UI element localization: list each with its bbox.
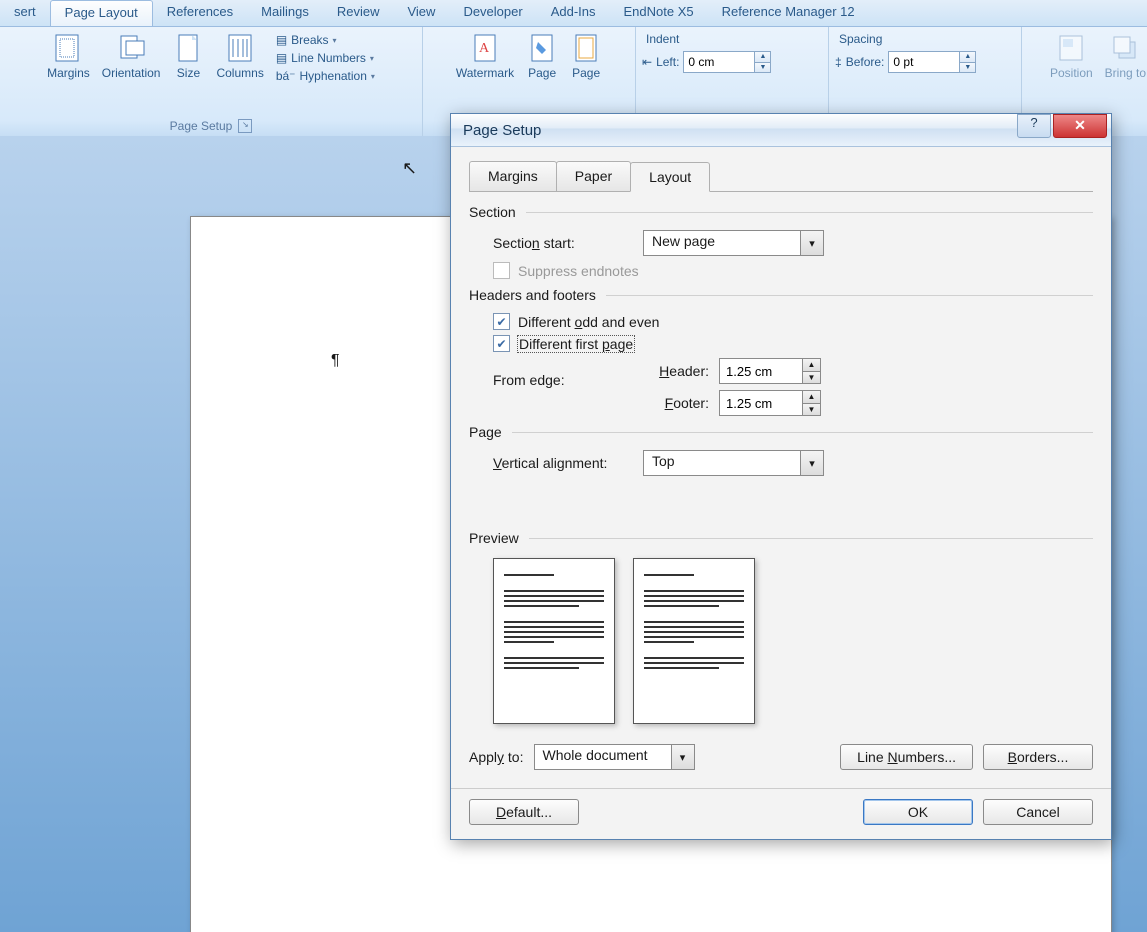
margins-label: Margins [47, 66, 90, 80]
line-numbers-icon: ▤ [276, 51, 287, 65]
paragraph-mark: ¶ [331, 352, 340, 370]
tab-addins[interactable]: Add-Ins [537, 0, 610, 26]
position-icon [1055, 32, 1087, 64]
default-button[interactable]: Default... [469, 799, 579, 825]
ok-button[interactable]: OK [863, 799, 973, 825]
bring-to-front-button[interactable]: Bring to [1101, 30, 1147, 82]
spacing-before-icon: ‡ [835, 55, 842, 69]
page-color-button[interactable]: Page [522, 30, 562, 82]
suppress-endnotes-checkbox: Suppress endnotes [493, 262, 1093, 279]
dialog-titlebar[interactable]: Page Setup ? ✕ [451, 114, 1111, 147]
dialog-tab-paper[interactable]: Paper [556, 161, 631, 191]
preview-header: Preview [469, 530, 519, 546]
tab-refman[interactable]: Reference Manager 12 [708, 0, 869, 26]
dialog-tabs: Margins Paper Layout [469, 161, 1093, 192]
breaks-button[interactable]: ▤Breaks▾ [272, 32, 379, 48]
indent-left-icon: ⇤ [642, 55, 652, 69]
size-button[interactable]: Size [168, 30, 208, 82]
tab-mailings[interactable]: Mailings [247, 0, 323, 26]
page-borders-label: Page [572, 66, 600, 80]
indent-left-input[interactable]: ▲▼ [683, 51, 771, 73]
dialog-tab-layout[interactable]: Layout [630, 162, 710, 192]
different-first-page-checkbox[interactable]: ✔Different first page [493, 335, 1093, 352]
cancel-button[interactable]: Cancel [983, 799, 1093, 825]
indent-left-label: Left: [656, 55, 679, 69]
preview-page-right [633, 558, 755, 724]
line-numbers-dialog-button[interactable]: Line Numbers... [840, 744, 973, 770]
section-start-label: Section start: [493, 235, 643, 251]
page-header: Page [469, 424, 502, 440]
size-label: Size [177, 66, 200, 80]
position-label: Position [1050, 66, 1093, 80]
page-setup-dialog-launcher[interactable]: ↘ [238, 119, 252, 133]
dialog-help-button[interactable]: ? [1017, 114, 1051, 138]
position-button[interactable]: Position [1046, 30, 1097, 82]
tab-view[interactable]: View [393, 0, 449, 26]
preview-page-left [493, 558, 615, 724]
watermark-icon: A [469, 32, 501, 64]
orientation-button[interactable]: Orientation [98, 30, 165, 82]
bring-label: Bring to [1105, 66, 1146, 80]
svg-text:A: A [479, 41, 490, 56]
tab-endnote[interactable]: EndNote X5 [610, 0, 708, 26]
tab-insert[interactable]: sert [0, 0, 50, 26]
preview-pages [493, 558, 1093, 724]
orientation-label: Orientation [102, 66, 161, 80]
apply-to-combo[interactable]: Whole document [534, 744, 695, 770]
watermark-label: Watermark [456, 66, 514, 80]
vertical-alignment-combo[interactable]: Top [643, 450, 824, 476]
spacing-before-input[interactable]: ▲▼ [888, 51, 976, 73]
orientation-icon [115, 32, 147, 64]
spacing-before-label: Before: [846, 55, 885, 69]
dialog-close-button[interactable]: ✕ [1053, 114, 1107, 138]
hyphenation-icon: bá⁻ [276, 69, 296, 83]
margins-icon [52, 32, 84, 64]
ribbon-tabs: sert Page Layout References Mailings Rev… [0, 0, 1147, 27]
vertical-alignment-label: Vertical alignment: [493, 455, 643, 471]
tab-review[interactable]: Review [323, 0, 394, 26]
page-borders-button[interactable]: Page [566, 30, 606, 82]
spacing-header: Spacing [835, 30, 1015, 50]
size-icon [172, 32, 204, 64]
page-setup-group-label: Page Setup↘ [6, 117, 416, 137]
page-borders-icon [570, 32, 602, 64]
columns-label: Columns [216, 66, 263, 80]
page-setup-dialog: Page Setup ? ✕ Margins Paper Layout Sect… [450, 113, 1112, 840]
hyphenation-button[interactable]: bá⁻Hyphenation▾ [272, 68, 379, 84]
columns-icon [224, 32, 256, 64]
tab-developer[interactable]: Developer [449, 0, 536, 26]
dialog-tab-margins[interactable]: Margins [469, 161, 557, 191]
page-color-label: Page [528, 66, 556, 80]
headers-footers-header: Headers and footers [469, 287, 596, 303]
borders-dialog-button[interactable]: Borders... [983, 744, 1093, 770]
breaks-icon: ▤ [276, 33, 287, 47]
indent-header: Indent [642, 30, 822, 50]
bring-icon [1109, 32, 1141, 64]
apply-to-label: Apply to: [469, 749, 524, 765]
footer-distance-input[interactable]: ▲▼ [719, 390, 821, 416]
watermark-button[interactable]: A Watermark [452, 30, 518, 82]
margins-button[interactable]: Margins [43, 30, 94, 82]
header-distance-input[interactable]: ▲▼ [719, 358, 821, 384]
tab-page-layout[interactable]: Page Layout [50, 0, 153, 26]
section-start-combo[interactable]: New page [643, 230, 824, 256]
line-numbers-button[interactable]: ▤Line Numbers▾ [272, 50, 379, 66]
section-header: Section [469, 204, 516, 220]
different-odd-even-checkbox[interactable]: ✔Different odd and even [493, 313, 1093, 330]
dialog-title: Page Setup [463, 122, 541, 139]
page-color-icon [526, 32, 558, 64]
columns-button[interactable]: Columns [212, 30, 267, 82]
from-edge-label: From edge: [493, 358, 643, 388]
tab-references[interactable]: References [153, 0, 247, 26]
